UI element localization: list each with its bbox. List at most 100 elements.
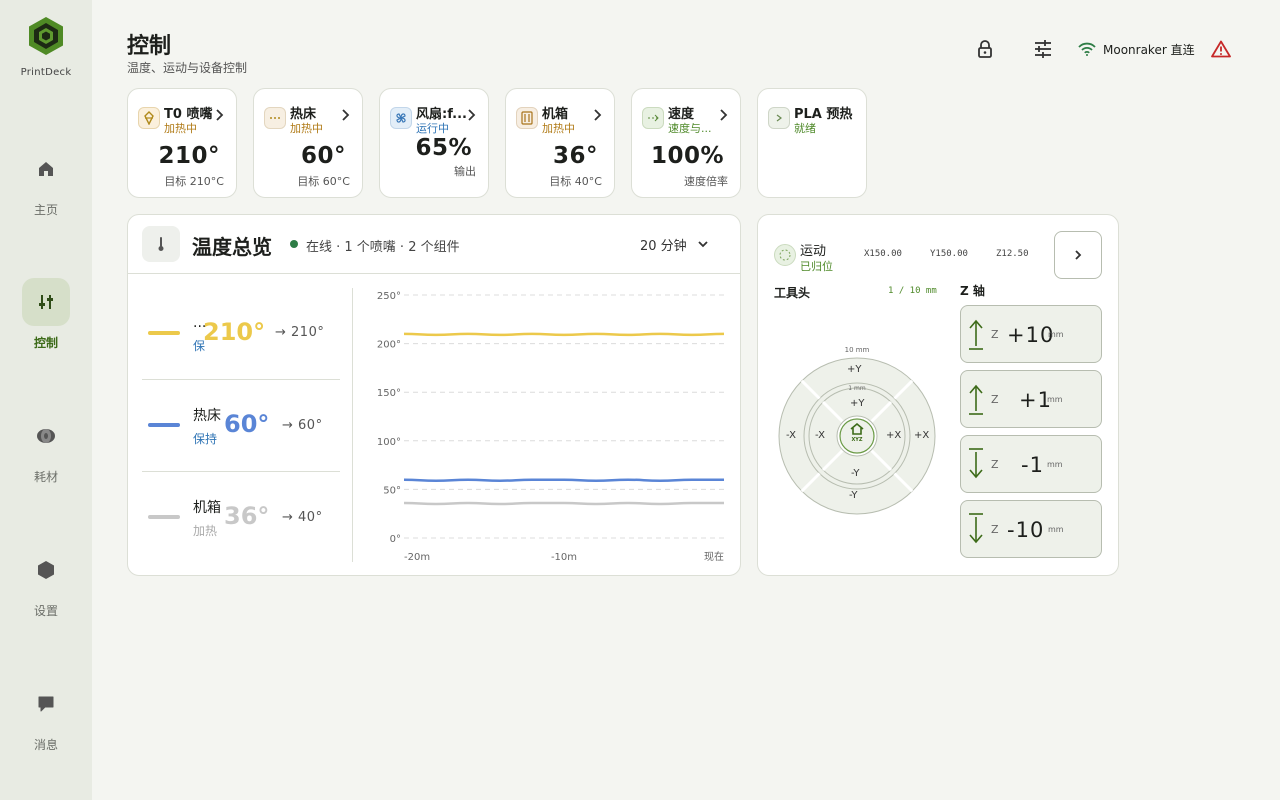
brand-name: PrintDeck [20,67,72,78]
arrow-up-icon [969,319,983,350]
tune-icon [1035,40,1051,58]
card-preheat-status: 就绪 [794,122,816,135]
printdeck-logo-icon [29,17,63,55]
nav-item-settings[interactable]: 设置 [0,546,92,636]
wifi-icon [1078,42,1096,56]
jog-outer-minus-y[interactable]: -Y [849,490,858,501]
time-range-select[interactable]: 20 分钟 [640,233,709,255]
z-axis-label: Z 轴 [960,284,985,298]
nav-item-control[interactable]: 控制 [0,278,92,368]
card-speed[interactable]: 速度 速度与... 100% 速度倍率 [631,88,741,198]
card-chamber-target: 目标 40°C [549,175,602,188]
connection-label: Moonraker 直连 [1103,42,1195,57]
legend-state: 保持 [193,432,218,446]
filament-spool-icon [37,429,55,443]
z-plus-1-button[interactable]: Z +1 mm [960,370,1102,428]
warning-button[interactable] [1208,36,1234,62]
chevron-right-icon [720,109,728,121]
nav-label-messages: 消息 [33,738,58,752]
lock-icon [978,40,992,58]
z-plus-10-button[interactable]: Z +10 mm [960,305,1102,363]
legend-row-nozzle[interactable]: ... 保 210° → 210° [140,315,340,405]
sliders-icon [39,295,53,309]
temperature-chart: 0° 50° 100° 150° 200° 250° -20m -10m 现在 [377,291,725,563]
chevron-right-icon [594,109,602,121]
outer-step-label: 10 mm [844,346,870,354]
legend-target: → 210° [275,325,325,340]
z-step-value: -1 [1021,453,1044,477]
chevron-right-icon [468,109,476,121]
z-minus-1-button[interactable]: Z -1 mm [960,435,1102,493]
legend-current: 60° [224,410,270,438]
card-bed[interactable]: 热床 加热中 60° 目标 60°C [253,88,363,198]
legend-current: 36° [224,502,270,530]
z-axis-letter: Z [991,458,999,471]
motion-title: 运动 [800,244,827,259]
chevron-right-icon [216,109,224,121]
lock-button[interactable] [972,36,998,62]
chart-x-tick-label: 现在 [704,551,724,563]
chart-y-tick-label: 0° [390,534,401,545]
card-nozzle-target: 目标 210°C [164,175,224,188]
nav-label-home: 主页 [33,203,58,217]
motion-expand-button[interactable] [1054,231,1102,279]
navigation-rail: PrintDeck 主页 控制 耗材 设置 消息 [0,0,92,800]
chevron-right-icon [342,109,350,121]
card-pla-preheat[interactable]: PLA 预热 就绪 [757,88,867,198]
arrow-down-icon [969,513,983,544]
home-xyz-button[interactable]: XYZ [844,423,870,449]
motion-status-icon [774,244,796,266]
nav-label-settings: 设置 [33,604,58,618]
legend-name: 热床 [193,408,221,424]
z-axis-letter: Z [991,523,999,536]
home-label: XYZ [851,437,863,443]
card-speed-value: 100% [650,143,724,169]
card-bed-value: 60° [300,143,346,169]
arrow-up-icon [969,384,983,415]
card-fan[interactable]: 风扇:f... 运行中 65% 输出 [379,88,489,198]
legend-name: 机箱 [193,500,221,516]
motion-status: 已归位 [800,260,833,273]
tune-button[interactable] [1030,36,1056,62]
card-chamber[interactable]: 机箱 加热中 36° 目标 40°C [505,88,615,198]
z-step-unit: mm [1048,330,1064,339]
position-x: X150.00 [864,249,902,259]
card-nozzle-status: 加热中 [164,122,197,135]
card-bed-status: 加热中 [290,122,323,135]
jog-inner-plus-y[interactable]: +Y [850,398,865,409]
card-speed-status: 速度与... [668,122,712,135]
z-axis-letter: Z [991,393,999,406]
nav-label-filament: 耗材 [33,470,58,484]
jog-inner-minus-x[interactable]: -X [815,430,825,441]
toolhead-label: 工具头 [774,286,811,300]
jog-outer-plus-x[interactable]: +X [914,430,929,441]
thermometer-icon [142,226,180,262]
nav-item-messages[interactable]: 消息 [0,680,92,770]
connection-status[interactable]: Moonraker 直连 [1078,38,1195,60]
card-nozzle[interactable]: T0 喷嘴 加热中 210° 目标 210°C [127,88,237,198]
jog-inner-plus-x[interactable]: +X [886,430,901,441]
z-minus-10-button[interactable]: Z -10 mm [960,500,1102,558]
z-axis-letter: Z [991,328,999,341]
xy-jog-pad: 10 mm +Y -Y -X +X 1 mm +Y -Y -X +X XYZ [777,346,937,516]
chart-x-tick-label: -10m [551,552,577,563]
legend-row-bed[interactable]: 热床 保持 60° → 60° [140,405,340,495]
card-fan-output: 输出 [454,165,476,178]
chart-series-line-1 [403,478,724,482]
chamber-icon [516,107,538,129]
online-dot [290,240,298,248]
nav-item-home[interactable]: 主页 [0,145,92,235]
speed-icon [642,107,664,129]
temp-panel-title: 温度总览 [192,235,272,259]
z-step-unit: mm [1047,460,1063,469]
jog-inner-minus-y[interactable]: -Y [851,468,860,479]
z-step-value: -10 [1007,518,1045,542]
jog-outer-plus-y[interactable]: +Y [847,364,862,375]
chart-y-tick-label: 150° [377,388,401,399]
page-subtitle: 温度、运动与设备控制 [127,61,248,75]
legend-row-chamber[interactable]: 机箱 加热 36° → 40° [140,497,340,587]
jog-outer-minus-x[interactable]: -X [786,430,796,441]
nav-item-filament[interactable]: 耗材 [0,412,92,502]
settings-hex-icon [38,561,54,579]
card-nozzle-value: 210° [158,143,220,169]
